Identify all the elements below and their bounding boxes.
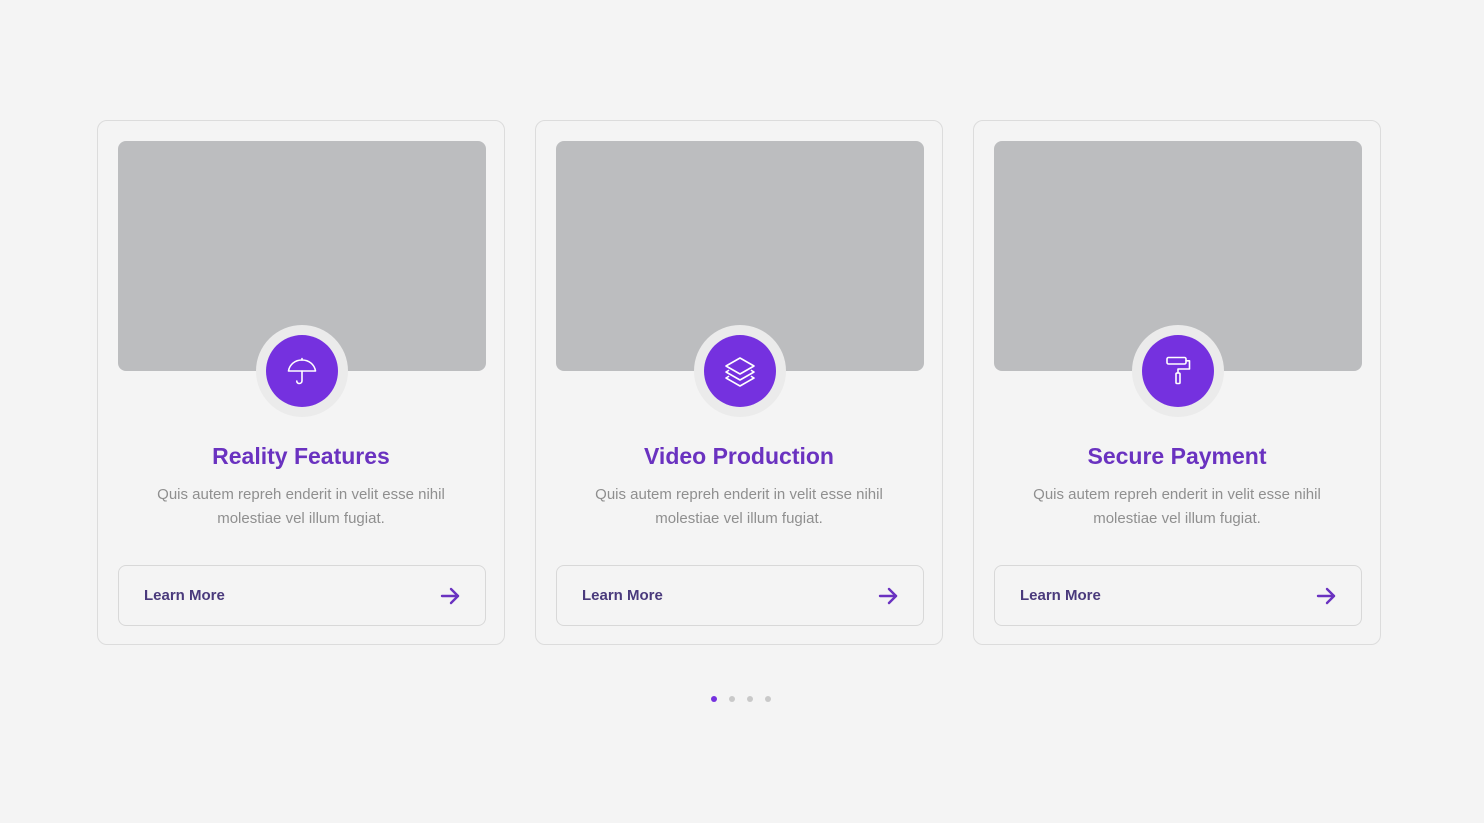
card-title: Secure Payment (1087, 443, 1267, 469)
card-icon-circle (704, 335, 776, 407)
card-icon-circle (1142, 335, 1214, 407)
card-icon-badge (1132, 325, 1224, 417)
learn-more-button[interactable]: Learn More (556, 565, 924, 626)
card-description: Quis autem repreh enderit in velit esse … (1033, 486, 1321, 527)
layers-icon (725, 357, 755, 387)
pagination-dot[interactable] (729, 696, 735, 702)
learn-more-label: Learn More (582, 587, 663, 604)
pagination-dot[interactable] (747, 696, 753, 702)
service-card: Video Production Quis autem repreh ender… (535, 120, 943, 645)
arrow-right-icon (1315, 585, 1337, 607)
card-icon-badge (694, 325, 786, 417)
card-description: Quis autem repreh enderit in velit esse … (157, 486, 445, 527)
pagination-dot-active[interactable] (711, 696, 717, 702)
umbrella-icon (287, 357, 317, 385)
service-card: Secure Payment Quis autem repreh enderit… (973, 120, 1381, 645)
learn-more-button[interactable]: Learn More (994, 565, 1362, 626)
card-title: Video Production (644, 443, 834, 469)
learn-more-label: Learn More (144, 587, 225, 604)
card-icon-badge (256, 325, 348, 417)
cards-row: Reality Features Quis autem repreh ender… (97, 120, 1381, 645)
learn-more-label: Learn More (1020, 587, 1101, 604)
service-card: Reality Features Quis autem repreh ender… (97, 120, 505, 645)
pagination-dot[interactable] (765, 696, 771, 702)
paint-roller-icon (1166, 356, 1191, 385)
card-title: Reality Features (212, 443, 390, 469)
card-icon-circle (266, 335, 338, 407)
arrow-right-icon (439, 585, 461, 607)
arrow-right-icon (877, 585, 899, 607)
card-description: Quis autem repreh enderit in velit esse … (595, 486, 883, 527)
learn-more-button[interactable]: Learn More (118, 565, 486, 626)
carousel-pagination (711, 696, 771, 702)
